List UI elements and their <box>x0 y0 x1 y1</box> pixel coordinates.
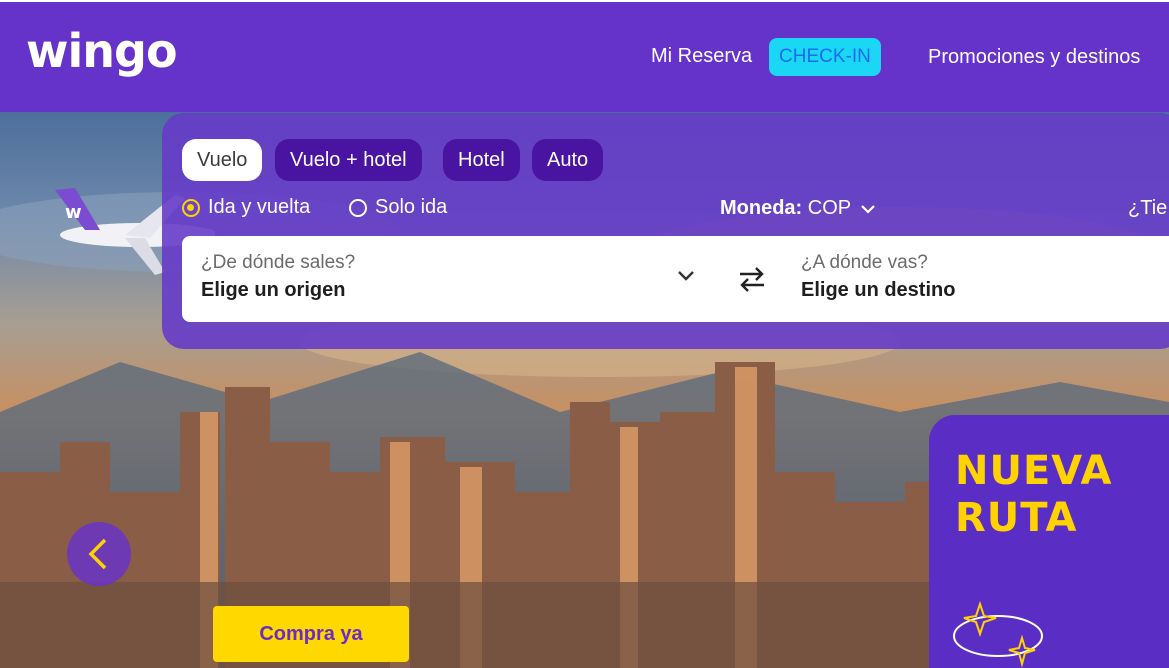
origin-value: Elige un origen <box>201 279 346 301</box>
tab-vuelo[interactable]: Vuelo <box>182 139 263 181</box>
destination-value: Elige un destino <box>801 279 956 301</box>
top-navigation-bar: wingo Mi Reserva CHECK-IN Promociones y … <box>0 0 1169 112</box>
trip-type-one-way-label: Solo ida <box>375 196 448 218</box>
wingo-logo[interactable]: wingo <box>26 24 178 78</box>
tab-vuelo-hotel[interactable]: Vuelo + hotel <box>275 139 422 181</box>
destination-label: ¿A dónde vas? <box>801 252 928 273</box>
chevron-down-icon[interactable] <box>677 270 695 282</box>
carousel-prev-button[interactable] <box>67 522 131 586</box>
radio-selected-icon[interactable] <box>182 198 200 217</box>
promo-code-link[interactable]: ¿Tie <box>1128 197 1167 220</box>
nav-check-in-button[interactable]: CHECK-IN <box>769 38 881 76</box>
radio-unselected-icon[interactable] <box>349 198 367 217</box>
promo-title-line1: NUEVA <box>955 448 1113 494</box>
chevron-left-icon <box>88 538 107 570</box>
promo-title-line2: RUTA <box>955 495 1078 541</box>
nav-mi-reserva[interactable]: Mi Reserva <box>651 45 752 68</box>
trip-type-one-way[interactable]: Solo ida <box>349 196 447 219</box>
currency-value: COP <box>807 197 851 219</box>
svg-text:w: w <box>65 202 82 223</box>
trip-type-round-trip-label: Ida y vuelta <box>208 196 311 218</box>
route-globe-icon <box>953 600 1043 668</box>
tab-hotel[interactable]: Hotel <box>443 139 520 181</box>
chevron-down-icon <box>861 204 876 214</box>
tab-auto[interactable]: Auto <box>532 139 604 181</box>
swap-arrows-icon[interactable] <box>738 266 766 292</box>
nav-promociones-destinos[interactable]: Promociones y destinos <box>928 46 1140 69</box>
currency-label: Moneda: <box>720 197 803 219</box>
promo-title: NUEVA RUTA <box>955 448 1112 542</box>
origin-label: ¿De dónde sales? <box>201 252 356 273</box>
trip-type-round-trip[interactable]: Ida y vuelta <box>182 196 310 219</box>
compra-ya-button[interactable]: Compra ya <box>213 606 409 662</box>
currency-selector[interactable]: Moneda: COP <box>720 197 876 220</box>
